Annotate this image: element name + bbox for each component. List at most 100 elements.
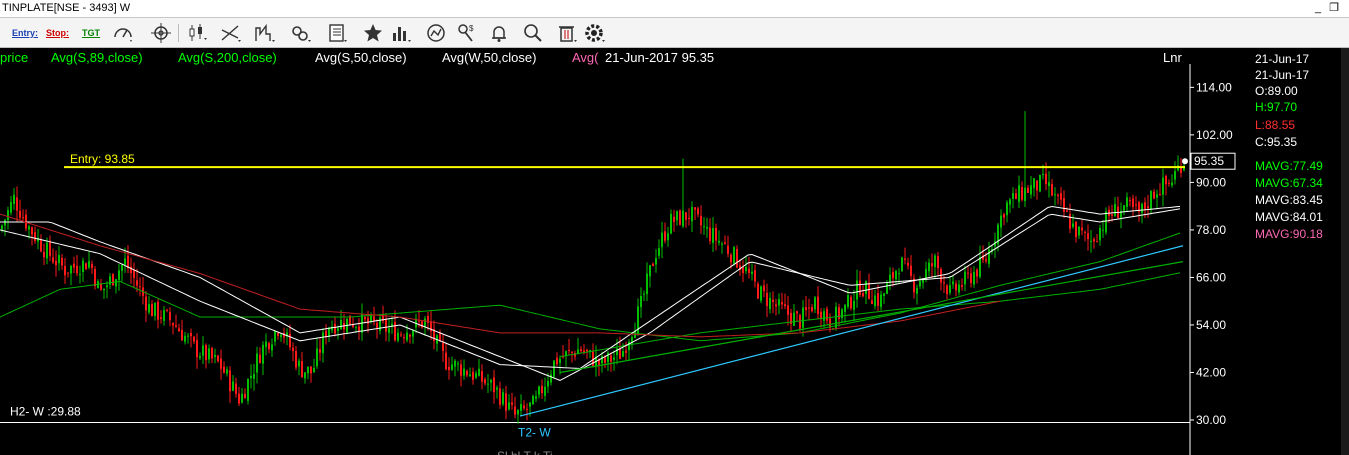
- candle-body: [664, 231, 666, 241]
- price-axis-label: 102.00: [1196, 128, 1233, 142]
- candle-body: [874, 295, 876, 307]
- info-date-1: 21-Jun-17: [1255, 52, 1310, 66]
- candle-body: [1036, 180, 1038, 191]
- candle-body: [238, 393, 240, 404]
- target-button[interactable]: TGT: [82, 22, 100, 44]
- candle-body: [88, 261, 90, 268]
- candle-body: [1006, 202, 1008, 216]
- candle-body: [16, 197, 18, 211]
- candle-body: [100, 283, 102, 290]
- delete-trash-icon[interactable]: [556, 22, 578, 44]
- search-zoom-icon[interactable]: [522, 22, 544, 44]
- price-chart[interactable]: 30.00 42.00 54.00 66.00 78.00 90.00 102.00 114.…: [0, 48, 1349, 455]
- alarm-bell-icon[interactable]: [488, 22, 510, 44]
- candle-body: [226, 369, 228, 374]
- ohlc-info-panel: 21-Jun-17 21-Jun-17 O:89.00 H:97.70 L:88…: [1251, 48, 1341, 455]
- candle-body: [547, 380, 549, 387]
- favorite-star-icon[interactable]: [362, 22, 384, 44]
- candle-body: [520, 404, 522, 411]
- link-chain-icon[interactable]: [290, 22, 312, 44]
- candle-body: [766, 293, 768, 307]
- candle-body: [13, 194, 15, 204]
- candle-body: [1147, 206, 1149, 209]
- candle-body: [1030, 185, 1032, 195]
- candle-body: [625, 350, 627, 353]
- stop-button[interactable]: Stop:: [46, 22, 69, 44]
- candle-body: [181, 329, 183, 341]
- candle-body: [448, 367, 450, 371]
- candle-body: [799, 315, 801, 329]
- candle-body: [34, 232, 36, 241]
- indicator-meter-icon[interactable]: [112, 22, 134, 44]
- scan-circle-icon[interactable]: [425, 22, 447, 44]
- candle-body: [223, 366, 225, 373]
- minimize-icon[interactable]: _: [1312, 1, 1324, 15]
- candle-body: [106, 285, 108, 288]
- legend-avg-w50: Avg(W,50,close): [442, 50, 537, 65]
- vertical-scrollbar[interactable]: [1341, 48, 1349, 455]
- candle-body: [316, 348, 318, 367]
- candle-body: [751, 271, 753, 274]
- candle-body: [646, 273, 648, 295]
- candle-body: [1102, 229, 1104, 231]
- candle-body: [769, 297, 771, 310]
- candle-body: [694, 207, 696, 210]
- candle-body: [1159, 194, 1161, 196]
- bar-chart-icon[interactable]: [390, 22, 412, 44]
- candle-body: [1000, 215, 1002, 228]
- candle-body: [823, 311, 825, 321]
- candle-body: [409, 334, 411, 337]
- candle-body: [1156, 194, 1158, 198]
- candle-body: [772, 299, 774, 303]
- candle-body: [82, 260, 84, 272]
- toolbar-separator: [178, 24, 179, 42]
- candle-body: [661, 232, 663, 247]
- window-title: TINPLATE[NSE - 3493] W: [2, 2, 131, 14]
- price-chart-canvas[interactable]: 30.00 42.00 54.00 66.00 78.00 90.00 102.00 114.…: [0, 48, 1251, 455]
- info-mavg-3: MAVG:83.45: [1255, 193, 1323, 207]
- candle-body: [817, 296, 819, 314]
- scale-type-label[interactable]: Lnr: [1163, 50, 1182, 65]
- restore-icon[interactable]: ❐: [1328, 1, 1340, 15]
- chart-window: TINPLATE[NSE - 3493] W _ ❐ Entry: Stop: …: [0, 0, 1349, 455]
- price-axis-label: 66.00: [1196, 270, 1226, 284]
- candle-body: [355, 326, 357, 328]
- candle-body: [529, 402, 531, 407]
- candle-body: [745, 267, 747, 272]
- candle-body: [487, 383, 489, 385]
- candle-body: [697, 208, 699, 215]
- candle-body: [64, 266, 66, 276]
- candle-body: [7, 210, 9, 221]
- candle-body: [1027, 187, 1029, 193]
- price-axis-label: 78.00: [1196, 223, 1226, 237]
- legend-avg-partial: Avg(: [572, 50, 599, 65]
- candle-body: [76, 265, 78, 274]
- drawing-tools-icon[interactable]: [220, 22, 242, 44]
- price-axis-label: 30.00: [1196, 413, 1226, 427]
- candle-body: [292, 347, 294, 351]
- candle-body: [811, 307, 813, 312]
- info-open: O:89.00: [1255, 84, 1298, 98]
- candle-body: [1099, 227, 1101, 241]
- candle-body: [418, 320, 420, 322]
- entry-button[interactable]: Entry:: [12, 22, 38, 44]
- candle-body: [124, 258, 126, 265]
- candle-body: [685, 212, 687, 220]
- candle-body: [112, 274, 114, 286]
- notebook-icon[interactable]: [326, 22, 348, 44]
- candle-body: [376, 322, 378, 328]
- candle-body: [481, 371, 483, 382]
- candle-body: [838, 307, 840, 319]
- chart-type-candle-icon[interactable]: [186, 22, 208, 44]
- fibonacci-icon[interactable]: [254, 22, 276, 44]
- candle-body: [856, 280, 858, 300]
- candle-body: [706, 226, 708, 229]
- alert-tool-icon[interactable]: $: [455, 22, 477, 44]
- candle-body: [184, 335, 186, 342]
- candle-body: [781, 301, 783, 305]
- settings-gear-icon[interactable]: [584, 22, 606, 44]
- candle-body: [928, 262, 930, 272]
- candle-body: [1162, 177, 1164, 195]
- candle-body: [718, 240, 720, 243]
- crosshair-icon[interactable]: [150, 22, 172, 44]
